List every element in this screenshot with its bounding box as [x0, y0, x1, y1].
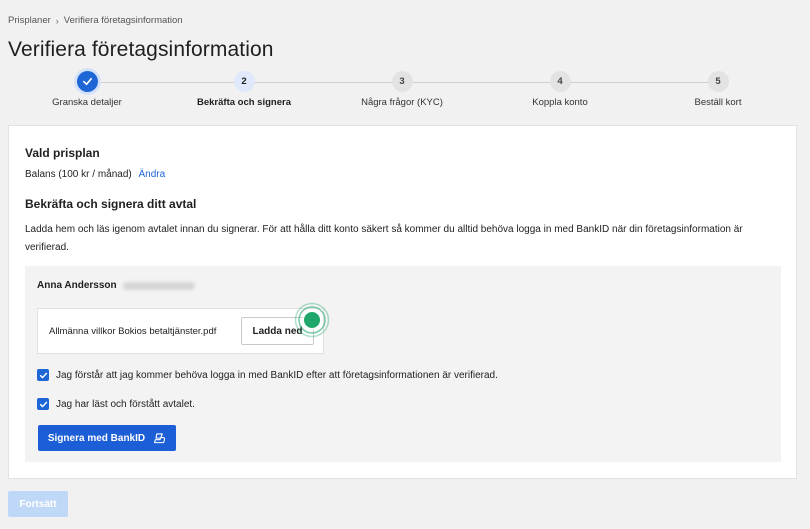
chevron-right-icon: ›	[55, 15, 59, 26]
sign-bankid-button[interactable]: Signera med BankID	[38, 425, 176, 451]
step-5: 5 Beställ kort	[648, 71, 788, 108]
bankid-icon	[154, 432, 166, 443]
agreement-description: Ladda hem och läs igenom avtalet innan d…	[25, 224, 743, 253]
download-button[interactable]: Ladda ned	[241, 317, 314, 345]
signer-name: Anna Andersson	[37, 280, 117, 291]
check-icon	[76, 71, 98, 92]
step-1: Granska detaljer	[17, 71, 157, 108]
step-label: Koppla konto	[532, 97, 588, 108]
breadcrumb-prisplaner[interactable]: Prisplaner	[8, 15, 51, 26]
agreement-heading: Bekräfta och signera ditt avtal	[25, 197, 197, 211]
document-row: Allmänna villkor Bokios betaltjänster.pd…	[37, 302, 330, 354]
step-label: Beställ kort	[694, 97, 742, 108]
step-number: 4	[549, 71, 571, 92]
breadcrumb-current: Verifiera företagsinformation	[63, 15, 183, 26]
step-4: 4 Koppla konto	[490, 71, 630, 108]
bankid-consent-checkbox[interactable]	[37, 369, 49, 381]
stepper: Granska detaljer 2 Bekräfta och signera …	[0, 71, 810, 111]
page-title: Verifiera företagsinformation	[8, 38, 274, 61]
read-consent-label: Jag har läst och förstått avtalet.	[56, 398, 195, 410]
redacted-id	[122, 281, 195, 290]
plan-heading: Vald prisplan	[25, 146, 100, 160]
read-consent-checkbox[interactable]	[37, 398, 49, 410]
step-number: 3	[391, 71, 413, 92]
step-label: Granska detaljer	[52, 97, 122, 108]
step-2: 2 Bekräfta och signera	[174, 71, 314, 108]
signing-panel: Anna Andersson Allmänna villkor Bokios b…	[25, 266, 781, 462]
bankid-consent-label: Jag förstår att jag kommer behöva logga …	[56, 369, 498, 381]
document-name: Allmänna villkor Bokios betaltjänster.pd…	[49, 326, 217, 337]
read-consent-row[interactable]: Jag har läst och förstått avtalet.	[37, 398, 195, 410]
bankid-consent-row[interactable]: Jag förstår att jag kommer behöva logga …	[37, 369, 498, 381]
agreement-card: Vald prisplan Balans (100 kr / månad) Än…	[8, 125, 797, 479]
step-label: Bekräfta och signera	[197, 97, 291, 108]
signer-row: Anna Andersson	[37, 280, 195, 291]
step-number: 5	[707, 71, 729, 92]
step-label: Några frågor (KYC)	[361, 97, 443, 108]
continue-button[interactable]: Fortsätt	[8, 491, 68, 517]
sign-bankid-label: Signera med BankID	[47, 432, 146, 444]
breadcrumb: Prisplaner › Verifiera företagsinformati…	[8, 15, 183, 26]
step-3: 3 Några frågor (KYC)	[332, 71, 472, 108]
plan-line: Balans (100 kr / månad) Ändra	[25, 169, 165, 180]
change-plan-link[interactable]: Ändra	[139, 169, 166, 180]
plan-value: Balans (100 kr / månad)	[25, 169, 132, 180]
step-number: 2	[233, 71, 255, 92]
